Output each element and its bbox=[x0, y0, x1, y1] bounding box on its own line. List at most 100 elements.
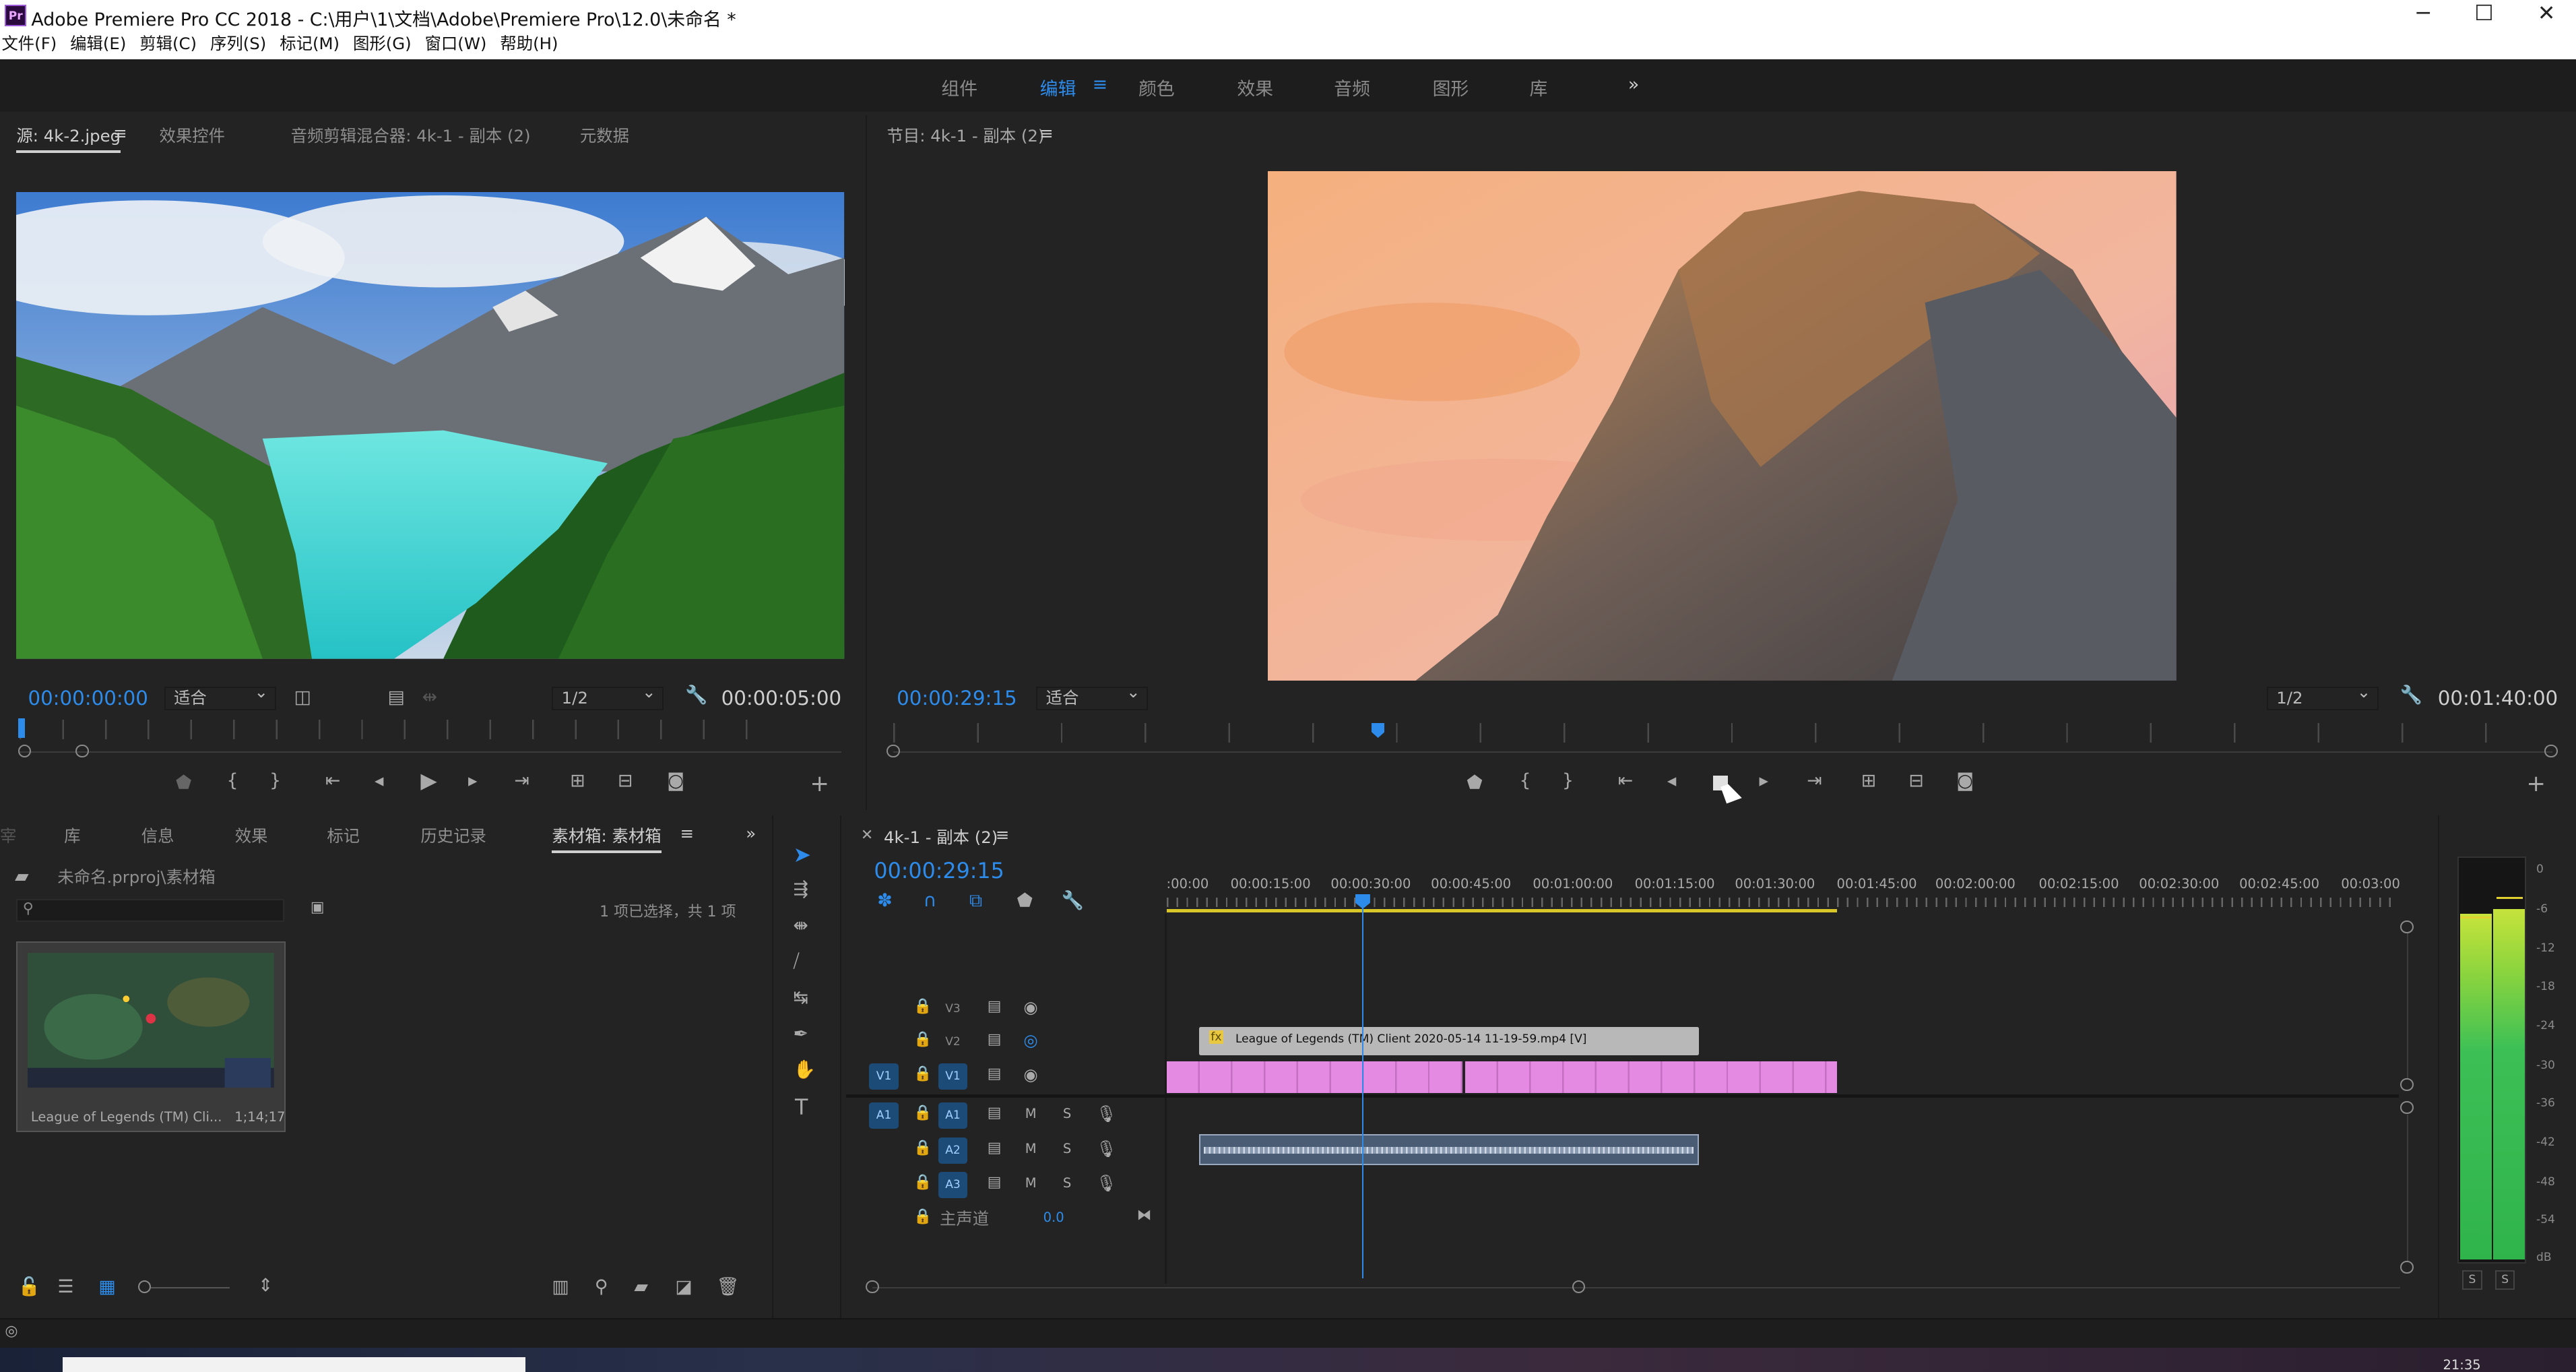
track-sync-lock-icon[interactable]: ▤ bbox=[988, 999, 1002, 1014]
insert-edit-icon[interactable]: ◫ bbox=[294, 688, 311, 707]
program-go-to-in-icon[interactable]: ⇤ bbox=[1618, 772, 1633, 790]
track-lock-icon[interactable]: 🔒 bbox=[913, 1106, 932, 1121]
timeline-settings-wrench-icon[interactable]: 🔧 bbox=[1061, 892, 1083, 910]
program-zoom-handle-right[interactable] bbox=[2544, 744, 2558, 758]
track-eye-icon[interactable]: ◉ bbox=[1023, 999, 1037, 1016]
workspace-graphics[interactable]: 图形 bbox=[1433, 74, 1469, 100]
source-timecode[interactable]: 00:00:00:00 bbox=[28, 687, 148, 710]
track-a3[interactable]: 🔒 A3 ▤ M S 🎙 bbox=[846, 1168, 2399, 1202]
source-resolution-select[interactable]: 1/2 bbox=[552, 682, 664, 710]
program-tab-menu-icon[interactable]: ≡ bbox=[1039, 123, 1053, 143]
go-to-end-icon[interactable]: ⧓ bbox=[1137, 1208, 1152, 1223]
audio-scroll-track[interactable] bbox=[2406, 1114, 2409, 1261]
source-time-ruler[interactable] bbox=[20, 720, 763, 740]
solo-button[interactable]: S bbox=[1063, 1141, 1071, 1156]
track-sync-lock-icon[interactable]: ▤ bbox=[988, 1106, 1002, 1121]
program-zoom-handle-left[interactable] bbox=[887, 744, 900, 758]
video-scroll-bottom-handle[interactable] bbox=[2400, 1078, 2414, 1092]
tab-info[interactable]: 信息 bbox=[141, 823, 174, 847]
track-lock-icon[interactable]: 🔒 bbox=[913, 1066, 932, 1082]
microphone-icon[interactable]: 🎙 bbox=[1096, 1175, 1117, 1191]
mute-button[interactable]: M bbox=[1025, 1141, 1037, 1156]
ripple-edit-icon[interactable]: ⇼ bbox=[793, 916, 808, 935]
source-patch-a1[interactable]: A1 bbox=[869, 1102, 899, 1129]
clip-a2[interactable] bbox=[1199, 1133, 1699, 1166]
source-zoom-handle-right[interactable] bbox=[75, 744, 89, 758]
track-label-v3[interactable]: V3 bbox=[938, 996, 968, 1022]
program-resolution-select[interactable]: 1/2 bbox=[2267, 682, 2379, 710]
timeline-timecode[interactable]: 00:00:29:15 bbox=[874, 859, 1004, 883]
audio-scroll-bottom-handle[interactable] bbox=[2400, 1260, 2414, 1274]
program-marker-icon[interactable]: ⬟ bbox=[1467, 774, 1482, 792]
mute-button[interactable]: M bbox=[1025, 1106, 1037, 1121]
close-button[interactable]: ✕ bbox=[2522, 1, 2571, 29]
timeline-hscroll-track[interactable] bbox=[872, 1286, 2401, 1288]
tab-bin[interactable]: 素材箱: 素材箱 bbox=[552, 823, 662, 853]
timeline-playhead-line[interactable] bbox=[1361, 907, 1364, 1279]
program-fit-select[interactable]: 适合 bbox=[1036, 682, 1149, 710]
drag-video-icon[interactable]: ▤ bbox=[388, 688, 405, 707]
source-mark-in-icon[interactable]: { bbox=[227, 772, 238, 790]
tab-program[interactable]: 节目: 4k-1 - 副本 (2) bbox=[887, 123, 1044, 147]
audio-scroll-top-handle[interactable] bbox=[2400, 1100, 2414, 1115]
source-go-to-out-icon[interactable]: ⇥ bbox=[514, 772, 529, 790]
tab-source[interactable]: 源: 4k-2.jpeg bbox=[16, 123, 121, 153]
program-timecode[interactable]: 00:00:29:15 bbox=[897, 687, 1017, 710]
new-search-bin-icon[interactable]: ▣ bbox=[311, 900, 325, 915]
tab-effect-controls[interactable]: 效果控件 bbox=[160, 123, 226, 147]
source-overwrite-icon[interactable]: ⊟ bbox=[618, 772, 633, 790]
new-bin-icon[interactable]: ▰ bbox=[634, 1278, 648, 1297]
mute-button[interactable]: M bbox=[1025, 1175, 1037, 1191]
timeline-hscroll-right-handle[interactable] bbox=[1572, 1280, 1586, 1294]
program-mark-out-icon[interactable]: } bbox=[1562, 772, 1574, 790]
track-lock-icon[interactable]: 🔒 bbox=[913, 1032, 932, 1047]
workspace-menu-icon[interactable]: ≡ bbox=[1093, 74, 1107, 95]
source-export-frame-icon[interactable]: ◙ bbox=[667, 772, 684, 790]
track-v2[interactable]: 🔒 V2 ▤ ◎ fx League of Legends (TM) Clien… bbox=[846, 1026, 2399, 1059]
source-settings-wrench-icon[interactable]: 🔧 bbox=[685, 686, 707, 705]
bin-tab-menu-icon[interactable]: ≡ bbox=[680, 823, 694, 843]
track-label-a2[interactable]: A2 bbox=[938, 1137, 968, 1164]
trash-icon[interactable]: 🗑 bbox=[716, 1278, 739, 1297]
program-step-back-icon[interactable]: ◂ bbox=[1667, 772, 1676, 790]
program-go-to-out-icon[interactable]: ⇥ bbox=[1807, 772, 1822, 790]
clip-v1-a[interactable] bbox=[1166, 1061, 1462, 1093]
type-tool-icon[interactable]: T bbox=[795, 1097, 808, 1119]
source-playhead[interactable] bbox=[18, 718, 25, 738]
menu-graphics[interactable]: 图形(G) bbox=[353, 34, 412, 53]
taskbar-search-box[interactable] bbox=[62, 1357, 526, 1372]
clip-v1-b[interactable] bbox=[1465, 1061, 1837, 1093]
maximize-button[interactable]: ☐ bbox=[2459, 1, 2509, 29]
source-insert-icon[interactable]: ⊞ bbox=[570, 772, 585, 790]
track-lock-icon[interactable]: 🔒 bbox=[913, 1175, 932, 1190]
source-patch-v1[interactable]: V1 bbox=[869, 1063, 899, 1090]
source-fit-select[interactable]: 适合 bbox=[164, 682, 276, 710]
source-step-forward-icon[interactable]: ▸ bbox=[468, 772, 477, 790]
workspace-overflow-icon[interactable]: » bbox=[1628, 74, 1639, 95]
track-lock-icon[interactable]: 🔒 bbox=[913, 999, 932, 1014]
track-select-icon[interactable]: ⇶ bbox=[793, 880, 808, 899]
menu-file[interactable]: 文件(F) bbox=[1, 34, 57, 53]
tab-libraries[interactable]: 库 bbox=[64, 823, 80, 847]
program-zoom-bar[interactable] bbox=[893, 751, 2553, 753]
track-lock-icon[interactable]: 🔒 bbox=[913, 1209, 932, 1224]
workspace-audio[interactable]: 音频 bbox=[1334, 74, 1370, 100]
track-eye-off-icon[interactable]: ◎ bbox=[1023, 1032, 1037, 1049]
video-scroll-track[interactable] bbox=[2406, 933, 2409, 1078]
source-step-back-icon[interactable]: ◂ bbox=[375, 772, 383, 790]
find-icon[interactable]: ⚲ bbox=[595, 1278, 608, 1297]
tab-audio-clip-mixer[interactable]: 音频剪辑混合器: 4k-1 - 副本 (2) bbox=[291, 123, 531, 147]
tab-cutoff[interactable]: 宰 bbox=[0, 823, 16, 847]
workspace-editing[interactable]: 编辑 bbox=[1040, 74, 1076, 100]
track-lock-icon[interactable]: 🔒 bbox=[913, 1140, 932, 1156]
workspace-libraries[interactable]: 库 bbox=[1530, 74, 1548, 100]
menu-edit[interactable]: 编辑(E) bbox=[70, 34, 126, 53]
sequence-tab-menu-icon[interactable]: ≡ bbox=[996, 825, 1009, 844]
program-add-button-icon[interactable]: + bbox=[2526, 772, 2546, 795]
track-label-a3[interactable]: A3 bbox=[938, 1171, 968, 1198]
snap-icon[interactable]: ∩ bbox=[924, 892, 937, 910]
track-label-a1[interactable]: A1 bbox=[938, 1102, 968, 1129]
track-master[interactable]: 🔒 主声道 0.0 ⧓ bbox=[846, 1203, 2399, 1236]
nest-toggle-icon[interactable]: ✽ bbox=[877, 892, 892, 910]
selection-tool-icon[interactable]: ➤ bbox=[793, 844, 811, 867]
